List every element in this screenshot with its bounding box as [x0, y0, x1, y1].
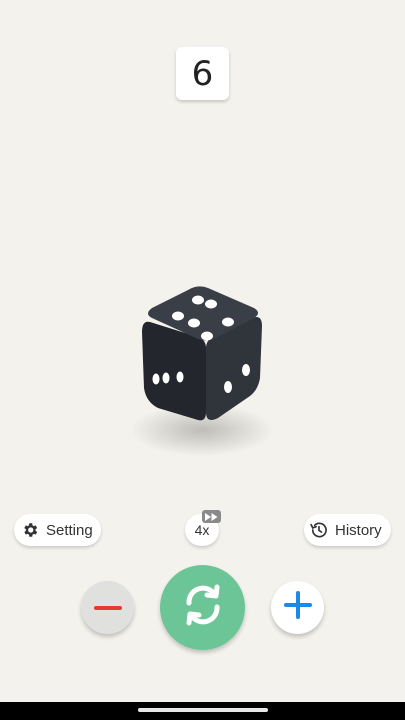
pip — [176, 371, 184, 383]
history-button[interactable]: History — [304, 514, 391, 546]
gear-icon — [20, 520, 40, 540]
pip — [222, 317, 234, 327]
roll-button[interactable] — [160, 565, 245, 650]
pip — [205, 299, 217, 309]
pip — [224, 381, 232, 393]
dice-screen: 6 Setting 4x History — [0, 0, 405, 720]
speed-label: 4x — [194, 522, 210, 538]
pip — [152, 373, 160, 385]
refresh-icon — [179, 581, 227, 634]
pip — [192, 295, 204, 305]
history-label: History — [335, 521, 382, 539]
dice[interactable] — [120, 270, 290, 460]
pip — [188, 318, 200, 328]
pip — [242, 364, 250, 376]
home-handle[interactable] — [138, 708, 268, 712]
result-display: 6 — [176, 47, 229, 100]
history-icon — [309, 520, 329, 540]
plus-icon — [283, 591, 312, 624]
setting-button[interactable]: Setting — [14, 514, 101, 546]
pip — [162, 372, 170, 384]
minus-icon — [93, 599, 122, 617]
remove-dice-button[interactable] — [81, 581, 134, 634]
setting-label: Setting — [46, 521, 93, 539]
pip — [201, 331, 213, 341]
fast-forward-icon — [202, 510, 221, 523]
pip — [172, 311, 184, 321]
add-dice-button[interactable] — [271, 581, 324, 634]
result-value: 6 — [191, 53, 214, 94]
dice-graphic — [130, 286, 274, 456]
